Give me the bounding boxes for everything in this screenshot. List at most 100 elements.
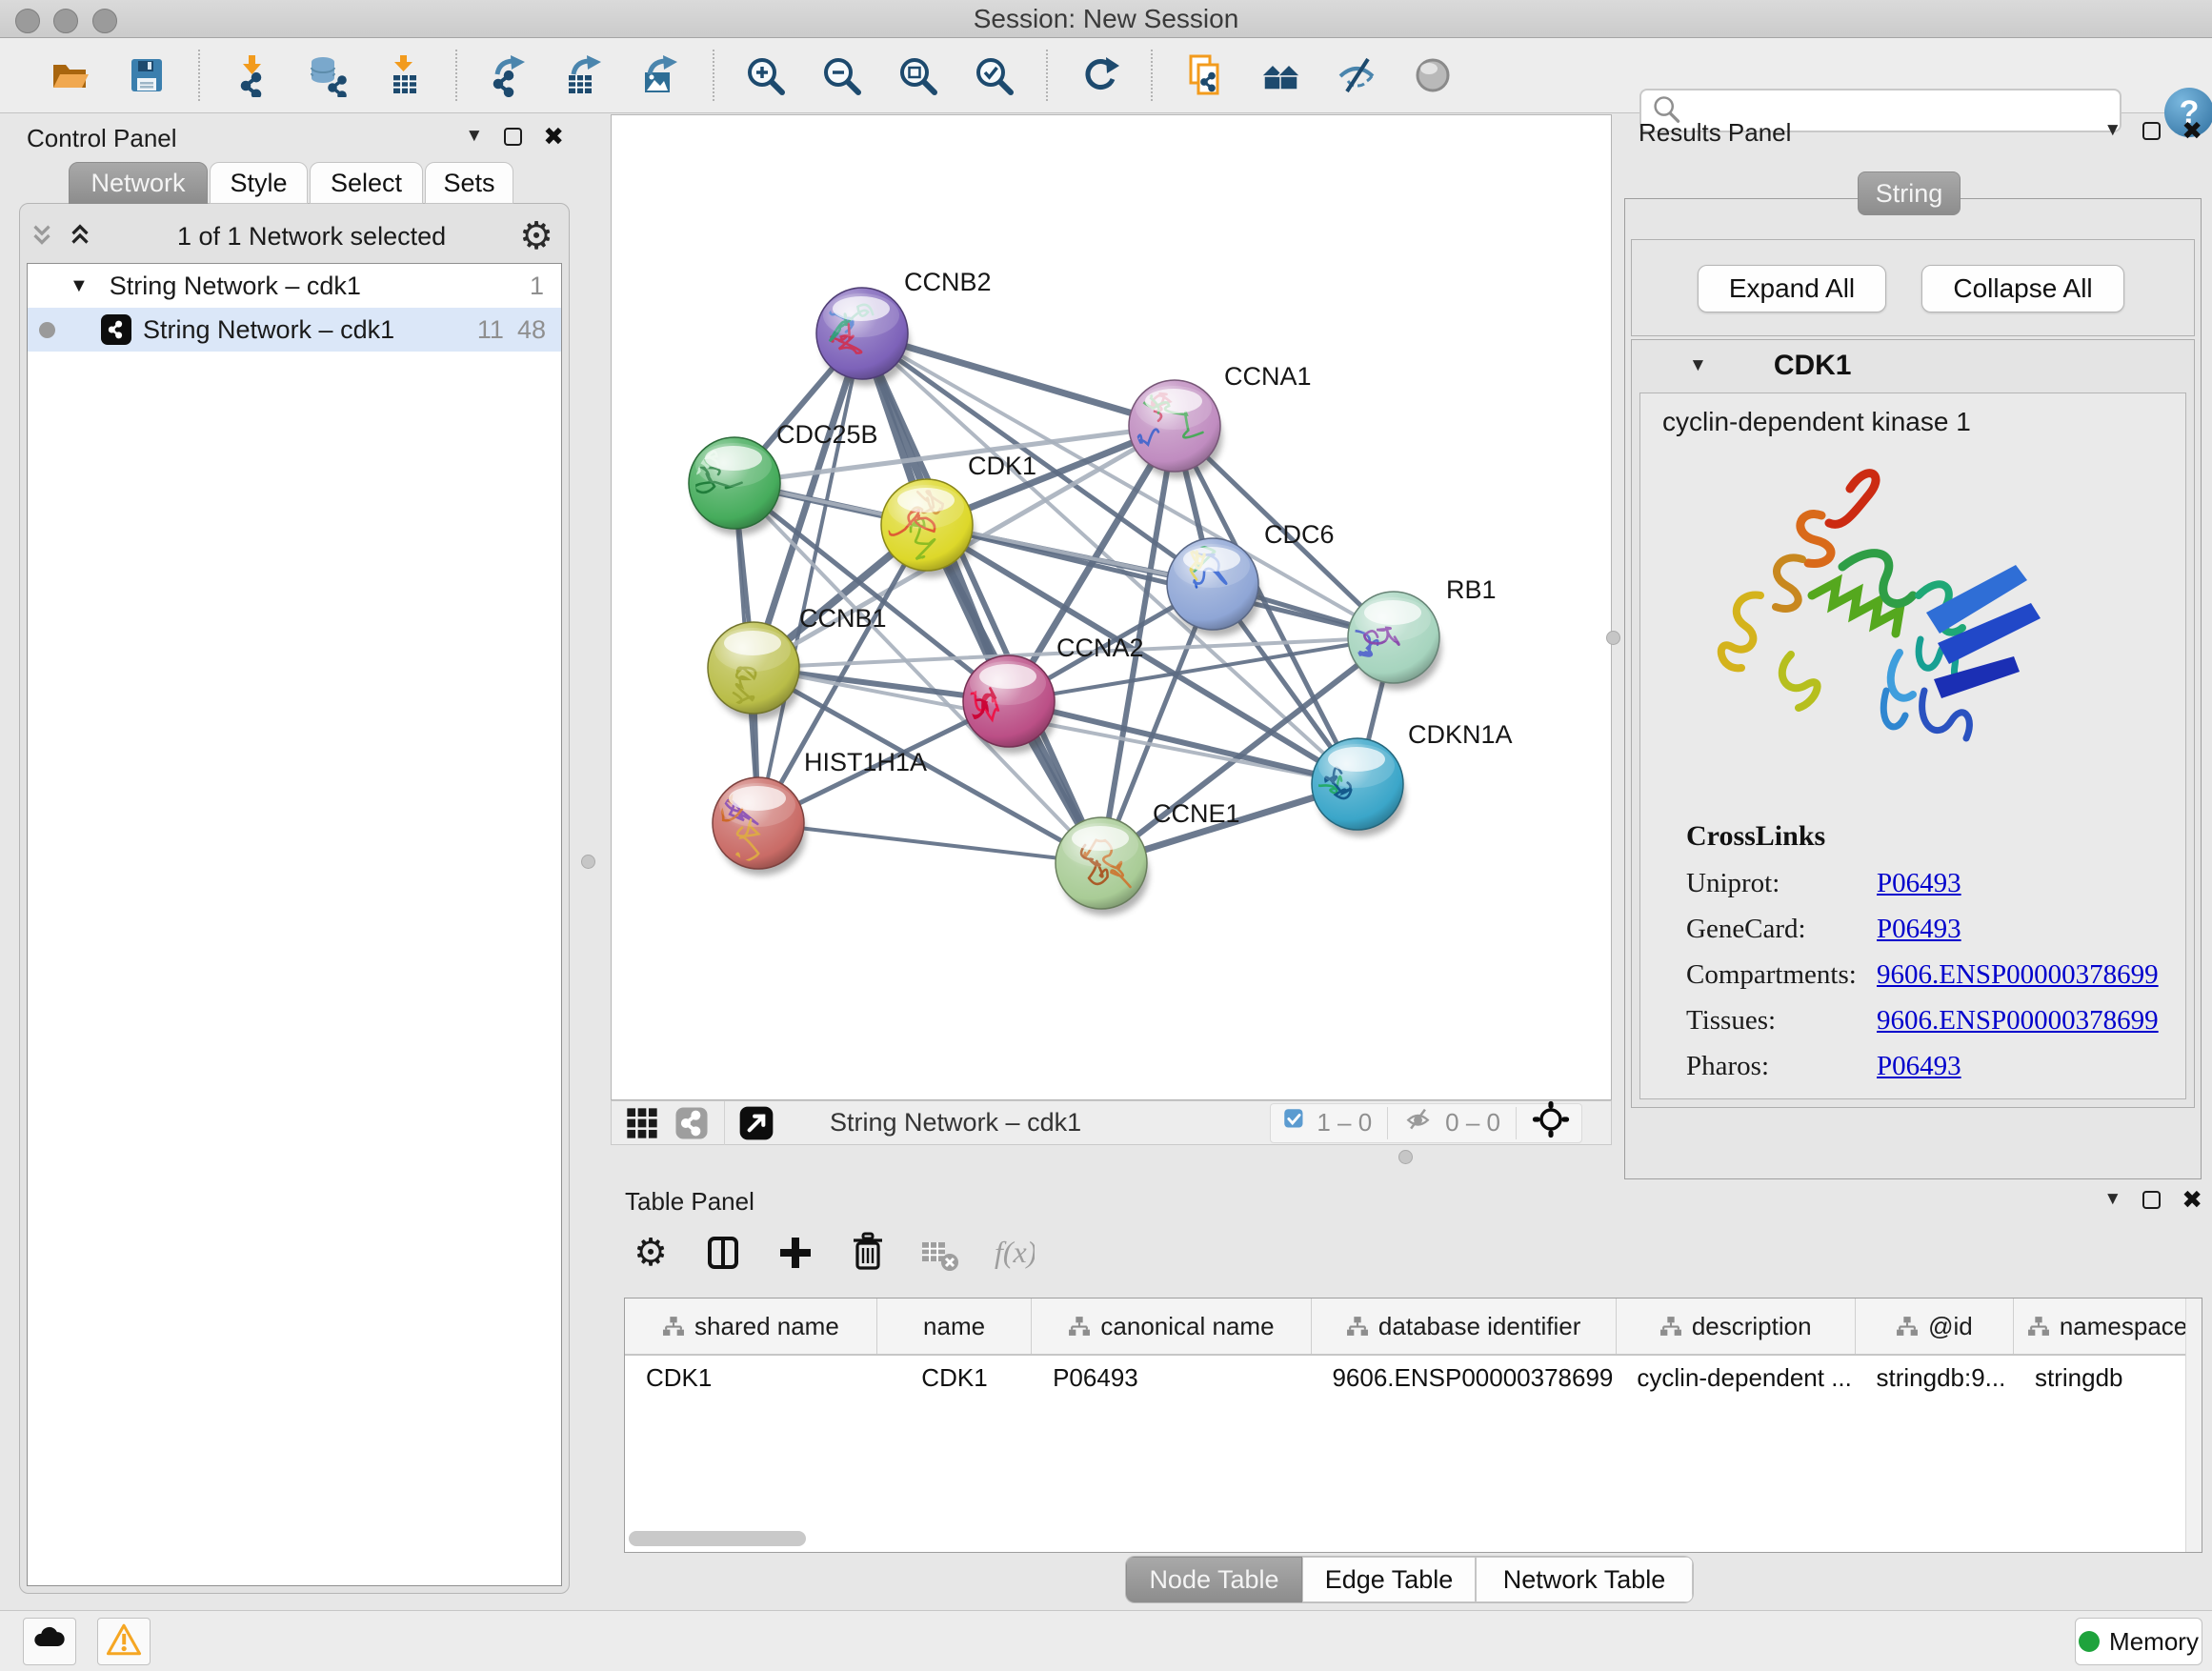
network-graph-svg[interactable]: CCNB2 CCNA1 CDC25B CDK1 CDC6 [612,115,1611,1099]
crosslink-link[interactable]: P06493 [1877,914,1961,945]
hide-selected-button[interactable] [1332,50,1381,100]
results-panel-float-icon[interactable] [2142,122,2161,140]
cdk1-section-header[interactable]: ▼ CDK1 [1632,340,2194,392]
zoom-selected-button[interactable] [970,50,1019,100]
add-column-button[interactable] [774,1231,817,1279]
table-row[interactable]: CDK1CDK1P064939606.ENSP00000378699cyclin… [625,1356,2202,1399]
table-options-gear-icon[interactable]: ⚙ [629,1231,673,1279]
network-selection-row: 1 of 1 Network selected ⚙ [28,215,561,257]
results-panel-menu-caret-icon[interactable]: ▼ [2103,120,2122,141]
vertical-scrollbar-track[interactable] [2185,1299,2202,1552]
save-session-button[interactable] [122,50,171,100]
network-tree-row[interactable]: String Network – cdk1 1148 [28,308,561,352]
tree-expand-caret-icon[interactable]: ▼ [70,275,89,297]
crosslink-link[interactable]: 9606.ENSP00000378699 [1877,959,2159,991]
control-panel-close-icon[interactable]: ✖ [543,126,564,147]
collapse-all-networks-icon[interactable] [28,222,56,251]
tab-network[interactable]: Network [69,162,208,204]
tab-edge-table[interactable]: Edge Table [1302,1557,1476,1602]
table-cell[interactable]: 9606.ENSP00000378699 [1311,1356,1616,1399]
bottom-splitter-handle[interactable] [1398,1150,1413,1164]
export-image-button[interactable] [636,50,686,100]
table-cell[interactable]: cyclin-dependent ... [1616,1356,1855,1399]
column-header-namespace[interactable]: namespace [2014,1299,2202,1354]
control-panel-menu-caret-icon[interactable]: ▼ [465,126,483,147]
horizontal-scrollbar-thumb[interactable] [629,1531,806,1546]
detach-view-icon[interactable] [736,1103,776,1143]
column-header-description[interactable]: description [1617,1299,1856,1354]
tab-select[interactable]: Select [310,162,423,204]
formula-builder-button[interactable]: f(x) [991,1231,1035,1279]
cdk1-collapse-caret-icon[interactable]: ▼ [1689,355,1707,376]
crosslink-link[interactable]: P06493 [1877,868,1961,899]
results-panel-close-icon[interactable]: ✖ [2182,120,2202,141]
table-cell[interactable]: P06493 [1032,1356,1311,1399]
table-cell[interactable]: CDK1 [877,1356,1032,1399]
collapse-all-button[interactable]: Collapse All [1921,265,2124,312]
refresh-view-button[interactable] [1075,50,1124,100]
delete-column-button[interactable] [846,1231,890,1279]
left-splitter-handle[interactable] [581,855,595,869]
tab-sets[interactable]: Sets [425,162,513,204]
current-network-dot-icon [39,322,55,338]
column-header--id[interactable]: @id [1856,1299,2014,1354]
table-panel-close-icon[interactable]: ✖ [2182,1189,2202,1210]
crosslink-row: Compartments:9606.ENSP00000378699 [1686,959,2159,991]
network-options-gear-icon[interactable]: ⚙ [519,214,553,258]
zoom-fit-button[interactable] [894,50,943,100]
column-header-shared-name[interactable]: shared name [625,1299,877,1354]
highlight-button[interactable] [1408,50,1458,100]
column-header-canonical-name[interactable]: canonical name [1032,1299,1311,1354]
crosslink-link[interactable]: P06493 [1877,1051,1961,1082]
tab-network-table[interactable]: Network Table [1476,1557,1693,1602]
cdk1-section-content: cyclin-dependent kinase 1 CrossLinks Uni… [1639,393,2186,1099]
column-header-database-identifier[interactable]: database identifier [1312,1299,1617,1354]
export-network-button[interactable] [484,50,533,100]
network-node-CCNA1[interactable]: CCNA1 [1129,362,1312,478]
delete-table-button[interactable] [918,1231,962,1279]
network-node-RB1[interactable]: RB1 [1348,575,1497,690]
network-edge[interactable] [862,333,1101,863]
table-panel-float-icon[interactable] [2142,1191,2161,1209]
column-header-name[interactable]: name [877,1299,1032,1354]
show-columns-button[interactable] [701,1231,745,1279]
expand-all-networks-icon[interactable] [66,222,94,251]
network-tree-row[interactable]: ▼ String Network – cdk11 [28,264,561,308]
warnings-button[interactable] [97,1618,151,1665]
table-cell[interactable]: CDK1 [625,1356,877,1399]
table-cell[interactable]: stringdb:9... [1855,1356,2014,1399]
zoom-out-button[interactable] [817,50,867,100]
network-node-HIST1H1A[interactable]: HIST1H1A [694,748,928,876]
tab-style[interactable]: Style [210,162,308,204]
network-node-CCNB2[interactable]: CCNB2 [788,268,992,386]
tab-string[interactable]: String [1858,171,1961,215]
open-session-button[interactable] [46,50,95,100]
expand-all-button[interactable]: Expand All [1698,265,1886,312]
hidden-node-edge-count: 0 – 0 [1445,1108,1500,1137]
selected-checkbox-icon[interactable] [1282,1107,1307,1138]
network-view-toolbar: String Network – cdk1 1 – 0 0 – 0 [611,1100,1612,1145]
zoom-in-button[interactable] [741,50,791,100]
crosslink-link[interactable]: 9606.ENSP00000378699 [1877,1005,2159,1037]
control-panel-float-icon[interactable] [504,128,522,146]
import-network-database-button[interactable] [303,50,352,100]
home-view-button[interactable] [1256,50,1305,100]
memory-status-dot [2079,1631,2100,1652]
table-cell[interactable]: stringdb [2014,1356,2202,1399]
import-network-button[interactable] [227,50,276,100]
import-table-button[interactable] [379,50,429,100]
memory-button[interactable]: Memory [2075,1618,2202,1665]
tab-node-table[interactable]: Node Table [1126,1557,1302,1602]
fit-selected-crosshair-icon[interactable] [1532,1100,1570,1145]
clipboard-network-button[interactable] [1179,50,1229,100]
network-canvas[interactable]: CCNB2 CCNA1 CDC25B CDK1 CDC6 [611,114,1612,1100]
cloud-status-button[interactable] [23,1618,76,1665]
grid-view-icon[interactable] [623,1104,661,1142]
protein-description: cyclin-dependent kinase 1 [1662,407,1971,437]
table-panel-menu-caret-icon[interactable]: ▼ [2103,1189,2122,1210]
network-edge[interactable] [758,823,1101,863]
right-splitter-handle[interactable] [1606,631,1620,645]
cytoscape-window: Session: New Session ? Control Panel ▼ ✖… [0,0,2212,1671]
export-table-button[interactable] [560,50,610,100]
crosslinks-heading: CrossLinks [1686,820,2159,853]
